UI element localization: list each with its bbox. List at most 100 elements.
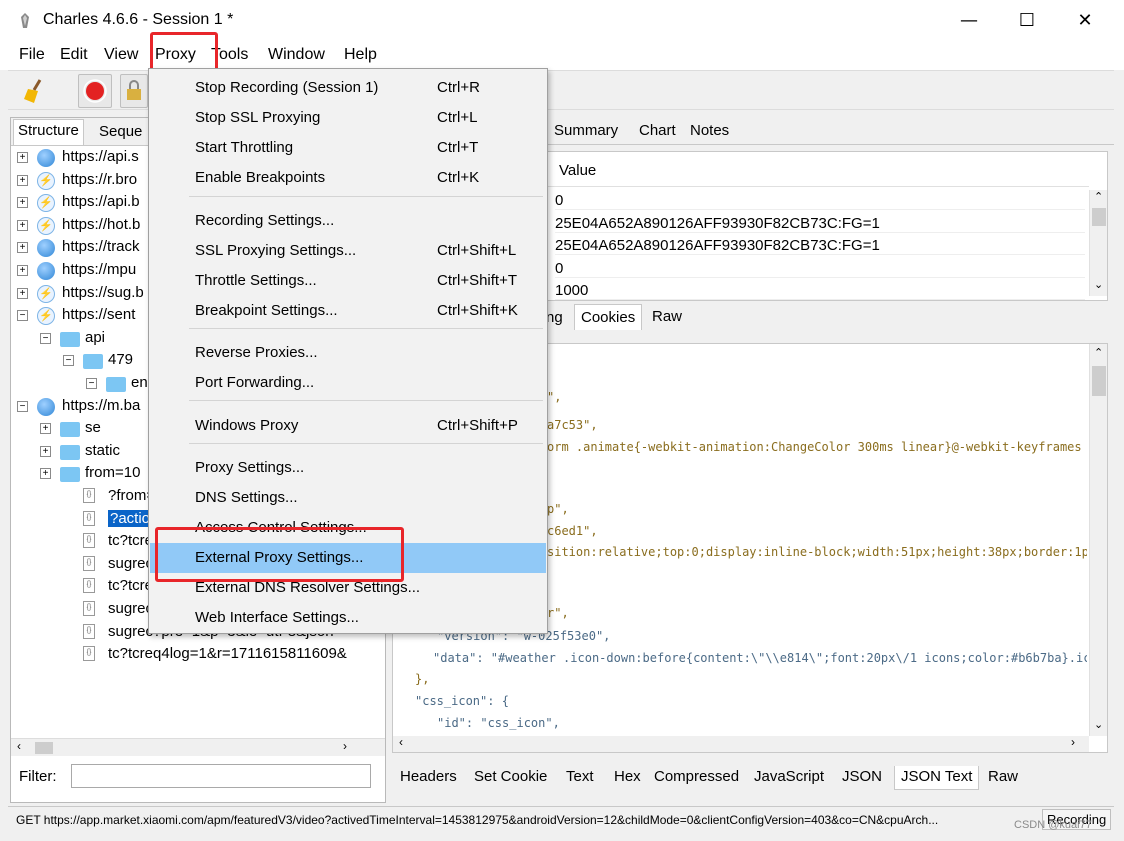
scroll-down-icon[interactable]: ⌄ <box>1094 718 1103 731</box>
scroll-right-icon[interactable]: › <box>1071 735 1075 749</box>
tab-chart[interactable]: Chart <box>639 122 676 139</box>
menu-item-label: Web Interface Settings... <box>195 609 359 626</box>
expand-icon[interactable]: + <box>17 174 28 186</box>
expand-icon[interactable]: + <box>17 242 28 254</box>
filter-input[interactable] <box>71 764 371 788</box>
tab-json[interactable]: JSON <box>842 768 882 785</box>
scroll-thumb[interactable] <box>35 742 53 754</box>
menu-item-label: Reverse Proxies... <box>195 344 318 361</box>
collapse-icon[interactable]: − <box>17 400 28 412</box>
tab-sequence[interactable]: Seque <box>95 121 146 142</box>
cookie-value-cell: 0 <box>555 192 1085 210</box>
ssl-lock-icon[interactable] <box>120 74 148 108</box>
json-horizontal-scrollbar[interactable]: ‹ › <box>393 735 1089 752</box>
tab-json-text[interactable]: JSON Text <box>894 766 980 790</box>
tree-row-label: https://m.ba <box>62 396 141 414</box>
expand-icon[interactable]: + <box>17 219 28 231</box>
menu-item-recording-settings[interactable]: Recording Settings... <box>150 206 546 236</box>
menu-item-label: SSL Proxying Settings... <box>195 242 357 259</box>
tab-compressed[interactable]: Compressed <box>654 768 739 785</box>
json-line: }, <box>415 672 430 686</box>
menu-file[interactable]: File <box>19 46 45 64</box>
window-title: Charles 4.6.6 - Session 1 * <box>43 11 234 28</box>
tab-raw[interactable]: Raw <box>988 768 1018 785</box>
tree-row-label: tc?tcreq4log=1&r=1711615811609& <box>108 645 347 663</box>
menu-item-enable-breakpoints[interactable]: Enable Breakpoints Ctrl+K <box>150 163 546 193</box>
broom-icon[interactable] <box>22 77 50 105</box>
tab-text[interactable]: Text <box>566 768 594 785</box>
tab-javascript[interactable]: JavaScript <box>754 768 824 785</box>
globe-icon <box>37 397 55 416</box>
folder-icon <box>83 354 103 370</box>
value-column-header: Value <box>559 162 597 179</box>
menu-item-proxy-settings[interactable]: Proxy Settings... <box>150 453 546 483</box>
external-proxy-annotation-box <box>155 527 404 582</box>
menu-view[interactable]: View <box>104 46 138 64</box>
expand-icon[interactable]: + <box>40 445 51 457</box>
menu-item-stop-recording-session-1[interactable]: Stop Recording (Session 1) Ctrl+R <box>150 73 546 103</box>
tab-headers[interactable]: Headers <box>400 768 457 785</box>
scroll-down-icon[interactable]: ⌄ <box>1094 278 1103 291</box>
cookie-value-cell: 25E04A652A890126AFF93930F82CB73C:FG=1 <box>555 215 1085 233</box>
menu-separator <box>189 400 543 401</box>
menu-item-windows-proxy[interactable]: Windows Proxy Ctrl+Shift+P <box>150 411 546 441</box>
tab-structure[interactable]: Structure <box>13 119 84 145</box>
maximize-button[interactable]: ☐ <box>998 0 1056 42</box>
tab-summary[interactable]: Summary <box>554 122 618 139</box>
scroll-right-icon[interactable]: › <box>343 739 347 753</box>
menu-item-dns-settings[interactable]: DNS Settings... <box>150 483 546 513</box>
tree-row-label: static <box>85 441 121 459</box>
tree-row-label: se <box>85 419 101 437</box>
minimize-button[interactable]: — <box>940 0 998 42</box>
menu-item-shortcut: Ctrl+Shift+K <box>437 302 518 319</box>
expand-icon[interactable]: + <box>17 265 28 276</box>
menu-window[interactable]: Window <box>268 46 325 64</box>
scroll-left-icon[interactable]: ‹ <box>399 735 403 749</box>
tab-streaming[interactable]: ng <box>546 309 563 326</box>
tree-row-label: en <box>131 374 148 391</box>
menu-item-shortcut: Ctrl+L <box>437 109 478 126</box>
cookie-table: Value 0 25E04A652A890126AFF93930F82CB73C:… <box>538 151 1108 301</box>
tab-notes[interactable]: Notes <box>690 122 729 139</box>
record-button[interactable] <box>78 74 112 108</box>
expand-icon[interactable]: + <box>17 197 28 209</box>
menu-item-label: Proxy Settings... <box>195 459 305 476</box>
menu-item-breakpoint-settings[interactable]: Breakpoint Settings... Ctrl+Shift+K <box>150 296 546 326</box>
expand-icon[interactable]: + <box>17 152 28 163</box>
tab-hex[interactable]: Hex <box>614 768 641 785</box>
menu-item-shortcut: Ctrl+Shift+L <box>437 242 517 259</box>
collapse-icon[interactable]: − <box>86 378 97 389</box>
table-scrollbar[interactable]: ⌃ ⌄ <box>1089 190 1107 296</box>
menu-edit[interactable]: Edit <box>60 46 88 64</box>
menu-item-port-forwarding[interactable]: Port Forwarding... <box>150 368 546 398</box>
menu-item-throttle-settings[interactable]: Throttle Settings... Ctrl+Shift+T <box>150 266 546 296</box>
menu-item-stop-ssl-proxying[interactable]: Stop SSL Proxying Ctrl+L <box>150 103 546 133</box>
tree-row-label: https://sug.b <box>62 283 144 301</box>
doc-icon: {} <box>83 510 95 526</box>
scroll-thumb[interactable] <box>1092 366 1106 396</box>
menu-help[interactable]: Help <box>344 46 377 64</box>
expand-icon[interactable]: + <box>40 423 51 435</box>
menu-item-ssl-proxying-settings[interactable]: SSL Proxying Settings... Ctrl+Shift+L <box>150 236 546 266</box>
expand-icon[interactable]: + <box>17 287 28 299</box>
tab-cookies[interactable]: Cookies <box>574 304 643 330</box>
menu-item-start-throttling[interactable]: Start Throttling Ctrl+T <box>150 133 546 163</box>
close-button[interactable]: ✕ <box>1056 0 1114 42</box>
scroll-thumb[interactable] <box>1092 208 1106 226</box>
collapse-icon[interactable]: − <box>40 332 51 344</box>
menu-item-web-interface-settings[interactable]: Web Interface Settings... <box>150 603 546 633</box>
expand-icon[interactable]: + <box>40 468 51 480</box>
menu-item-reverse-proxies[interactable]: Reverse Proxies... <box>150 338 546 368</box>
tab-raw[interactable]: Raw <box>652 308 682 325</box>
scroll-left-icon[interactable]: ‹ <box>17 739 21 753</box>
tab-set-cookie[interactable]: Set Cookie <box>474 768 547 785</box>
horizontal-scrollbar[interactable]: ‹ › <box>11 738 385 756</box>
collapse-icon[interactable]: − <box>63 355 74 367</box>
menu-separator <box>189 443 543 444</box>
menu-item-shortcut: Ctrl+K <box>437 169 480 186</box>
doc-icon: {} <box>83 555 95 571</box>
json-vertical-scrollbar[interactable]: ⌃ ⌄ <box>1089 344 1107 736</box>
scroll-up-icon[interactable]: ⌃ <box>1094 190 1103 203</box>
collapse-icon[interactable]: − <box>17 310 28 322</box>
scroll-up-icon[interactable]: ⌃ <box>1094 346 1103 359</box>
